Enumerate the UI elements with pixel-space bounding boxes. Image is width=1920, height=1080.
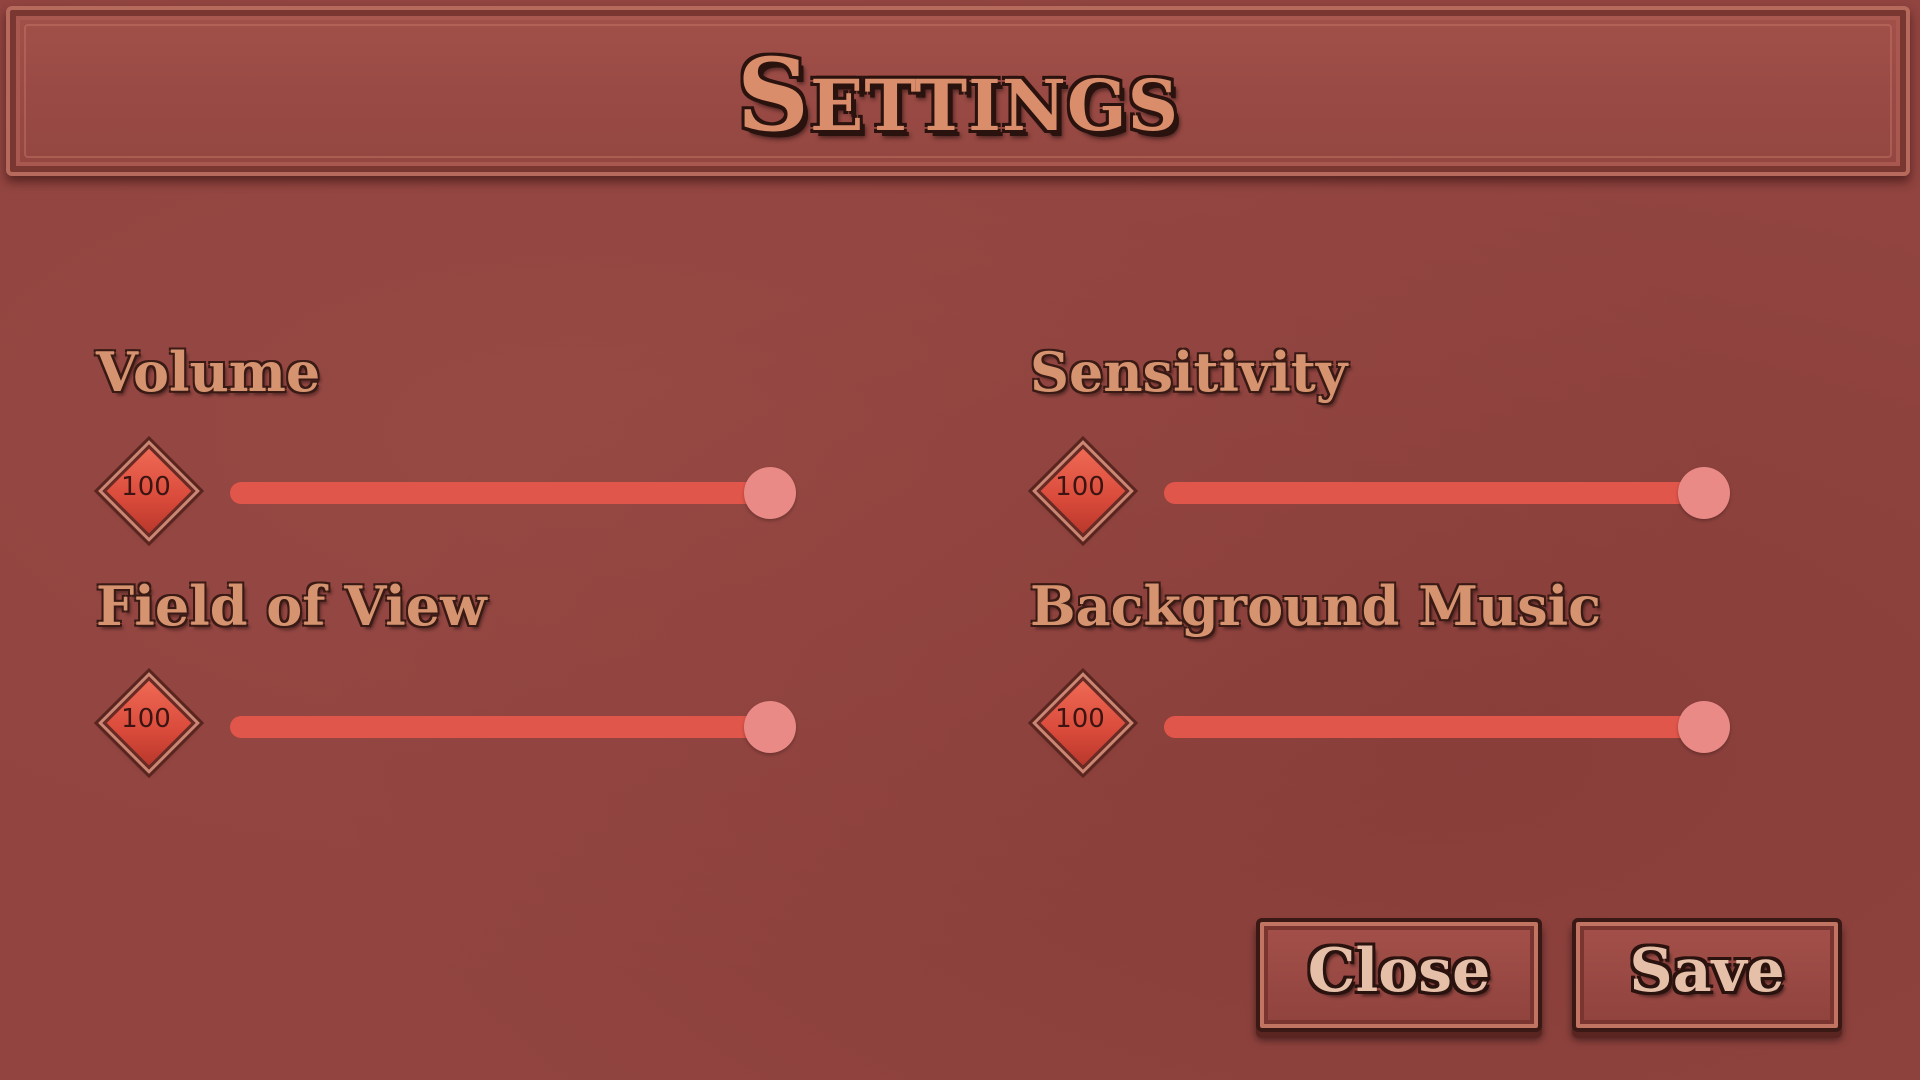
close-button[interactable]: Close <box>1256 918 1542 1032</box>
volume-slider-fill <box>230 482 770 504</box>
sensitivity-value-badge: 100 <box>1034 442 1130 538</box>
background-music-slider-fill <box>1164 716 1704 738</box>
field-of-view-slider[interactable] <box>230 699 796 753</box>
volume-value: 100 <box>121 472 171 502</box>
background-music-label: Background Music <box>1030 574 1602 638</box>
sensitivity-value: 100 <box>1055 472 1105 502</box>
close-button-label: Close <box>1307 936 1491 1006</box>
field-of-view-label: Field of View <box>96 574 487 638</box>
sensitivity-label: Sensitivity <box>1030 340 1348 404</box>
background-music-slider-handle[interactable] <box>1678 701 1730 753</box>
volume-slider-handle[interactable] <box>744 467 796 519</box>
title-banner: Settings <box>6 6 1910 176</box>
sensitivity-slider-fill <box>1164 482 1704 504</box>
field-of-view-value: 100 <box>121 704 171 734</box>
page-title: Settings <box>736 36 1180 154</box>
background-music-slider[interactable] <box>1164 699 1730 753</box>
save-button[interactable]: Save <box>1572 918 1842 1032</box>
volume-value-badge: 100 <box>100 442 196 538</box>
sensitivity-slider-handle[interactable] <box>1678 467 1730 519</box>
save-button-label: Save <box>1629 936 1785 1006</box>
background-music-value-badge: 100 <box>1034 674 1130 770</box>
field-of-view-slider-handle[interactable] <box>744 701 796 753</box>
volume-label: Volume <box>96 340 321 404</box>
volume-slider[interactable] <box>230 465 796 519</box>
field-of-view-slider-fill <box>230 716 770 738</box>
field-of-view-value-badge: 100 <box>100 674 196 770</box>
sensitivity-slider[interactable] <box>1164 465 1730 519</box>
background-music-value: 100 <box>1055 704 1105 734</box>
